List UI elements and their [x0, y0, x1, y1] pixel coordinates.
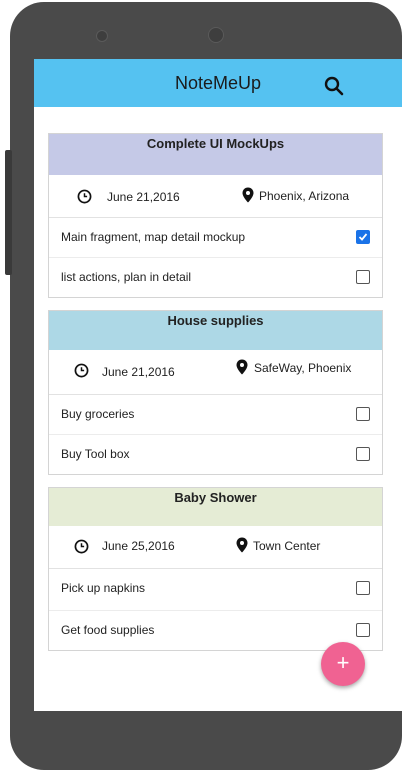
note-card[interactable]: House supplies June 21,2016 SafeWay, Pho… [48, 310, 383, 475]
task-checkbox[interactable] [356, 230, 370, 244]
task-item[interactable]: list actions, plan in detail [49, 258, 382, 297]
speaker-dot [96, 30, 108, 42]
task-item[interactable]: Main fragment, map detail mockup [49, 218, 382, 258]
card-title: Complete UI MockUps [49, 134, 382, 175]
note-card[interactable]: Complete UI MockUps June 21,2016 Phoenix… [48, 133, 383, 298]
card-date: June 21,2016 [107, 190, 180, 204]
location-pin-icon [236, 537, 248, 553]
add-note-fab-button[interactable]: + [321, 642, 365, 686]
task-item[interactable]: Buy Tool box [49, 435, 382, 474]
task-label: Main fragment, map detail mockup [61, 230, 246, 244]
task-checkbox[interactable] [356, 447, 370, 461]
clock-icon [74, 539, 89, 554]
task-label: Buy Tool box [61, 447, 130, 461]
app-title: NoteMeUp [174, 73, 262, 93]
task-checkbox[interactable] [356, 581, 370, 595]
search-icon[interactable] [323, 75, 345, 97]
clock-icon [77, 189, 92, 204]
card-location: SafeWay, Phoenix [254, 361, 352, 375]
phone-side-button [5, 150, 12, 275]
card-title: House supplies [49, 311, 382, 350]
task-label: Get food supplies [61, 623, 155, 637]
task-item[interactable]: Pick up napkins [49, 569, 382, 611]
task-label: Pick up napkins [61, 581, 146, 595]
card-location: Town Center [253, 539, 321, 553]
app-bar: NoteMeUp [34, 59, 402, 107]
task-label: list actions, plan in detail [61, 270, 192, 284]
card-date: June 21,2016 [102, 365, 175, 379]
card-location: Phoenix, Arizona [259, 189, 350, 203]
card-meta: June 21,2016 SafeWay, Phoenix [49, 350, 382, 395]
task-checkbox[interactable] [356, 623, 370, 637]
card-title: Baby Shower [49, 488, 382, 526]
task-item[interactable]: Buy groceries [49, 395, 382, 435]
note-card[interactable]: Baby Shower June 25,2016 Town Center Pic… [48, 487, 383, 651]
phone-frame: NoteMeUp Complete UI MockUps June 21,201… [10, 2, 402, 770]
app-screen: NoteMeUp Complete UI MockUps June 21,201… [34, 59, 402, 711]
task-checkbox[interactable] [356, 270, 370, 284]
card-date: June 25,2016 [102, 539, 175, 553]
location-pin-icon [236, 359, 248, 375]
card-meta: June 21,2016 Phoenix, Arizona [49, 175, 382, 218]
front-camera [208, 27, 224, 43]
clock-icon [74, 363, 89, 378]
card-meta: June 25,2016 Town Center [49, 526, 382, 569]
location-pin-icon [242, 187, 254, 203]
task-checkbox[interactable] [356, 407, 370, 421]
task-label: Buy groceries [61, 407, 135, 421]
